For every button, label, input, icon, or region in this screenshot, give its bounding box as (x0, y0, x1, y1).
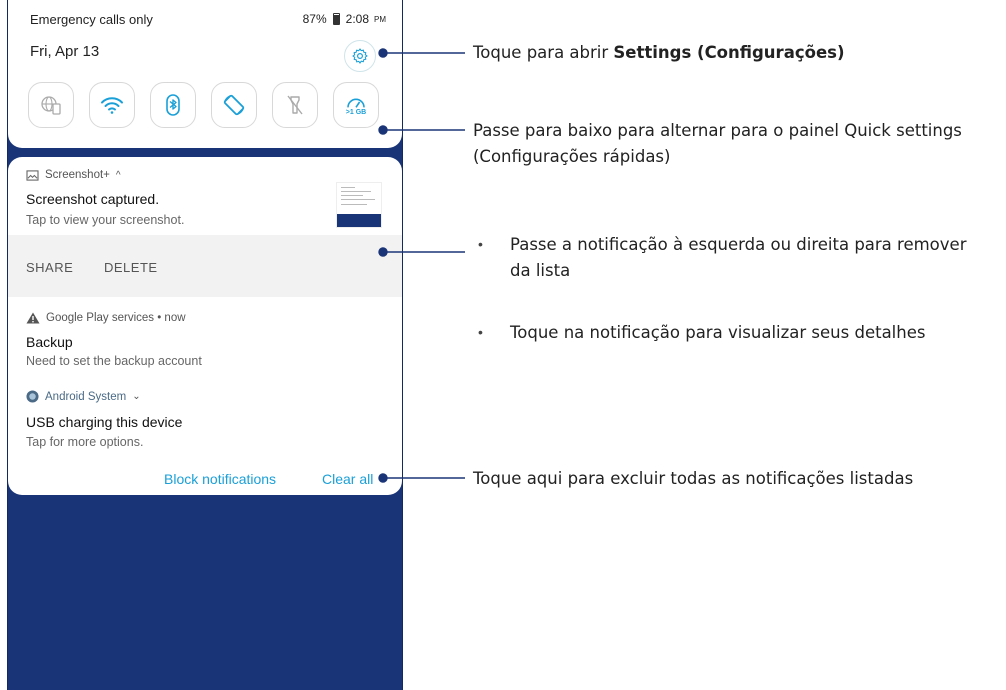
settings-button[interactable] (344, 40, 376, 72)
notification-title: Backup (26, 334, 73, 350)
callout-settings-bold: Settings (Configurações) (613, 43, 845, 62)
notification-header: Screenshot+ ^ (26, 169, 121, 181)
data-usage-icon (347, 98, 365, 108)
phone-screen: Emergency calls only 87% 2:08 PM Fri, Ap… (7, 0, 403, 690)
network-status: Emergency calls only (30, 12, 153, 27)
bullet-1: • (478, 236, 483, 252)
clock: 2:08 (345, 12, 369, 26)
image-icon (26, 169, 39, 181)
status-indicators: 87% 2:08 PM (303, 12, 386, 26)
callout-settings: Toque para abrir Settings (Configurações… (473, 40, 845, 66)
chevron-up-icon[interactable]: ^ (116, 170, 121, 181)
notification-usb[interactable]: Android System ⌄ USB charging this devic… (8, 377, 402, 457)
tile-data-usage[interactable]: >1 GB (333, 82, 379, 128)
bullet-2: • (478, 324, 483, 340)
callout-clear-all: Toque aqui para excluir todas as notific… (473, 469, 914, 488)
tile-network[interactable] (28, 82, 74, 128)
battery-icon (332, 13, 340, 25)
notification-text: Need to set the backup account (26, 354, 202, 368)
callout-swipe-side: Passe a notificação à esquerda ou direit… (510, 235, 967, 280)
quick-settings-panel[interactable]: Emergency calls only 87% 2:08 PM Fri, Ap… (8, 0, 402, 148)
callout-tap-notification: Toque na notificação para visualizar seu… (510, 323, 926, 342)
quick-tiles-row: >1 GB (28, 82, 379, 128)
flashlight-off-icon (287, 95, 303, 115)
notification-header: Google Play services • now (26, 312, 186, 324)
chevron-down-icon[interactable]: ⌄ (132, 391, 140, 402)
app-name: Android System (45, 390, 127, 403)
bluetooth-icon (166, 94, 180, 116)
gear-icon (352, 48, 368, 64)
screenshot-thumbnail[interactable] (336, 182, 382, 228)
notification-title: USB charging this device (26, 414, 183, 430)
notification-text: Tap to view your screenshot. (26, 213, 185, 227)
delete-button[interactable]: DELETE (104, 260, 158, 275)
block-notifications-button[interactable]: Block notifications (164, 471, 276, 487)
globe-phone-icon (41, 96, 61, 115)
clock-ampm: PM (374, 14, 386, 24)
notification-text: Tap for more options. (26, 435, 144, 449)
warning-icon (26, 312, 40, 324)
battery-percent: 87% (302, 12, 327, 26)
notification-header: Android System ⌄ (26, 390, 141, 403)
android-system-icon (26, 390, 39, 403)
tile-bluetooth[interactable] (150, 82, 196, 128)
notification-title: Screenshot captured. (26, 191, 160, 207)
notification-panel: Screenshot+ ^ Screenshot captured. Tap t… (8, 157, 402, 495)
callout-settings-prefix: Toque para abrir (473, 43, 614, 62)
data-usage-label: >1 GB (345, 109, 367, 116)
notification-backup[interactable]: Google Play services • now Backup Need t… (8, 297, 402, 377)
app-name: Screenshot+ (45, 169, 110, 181)
notification-screenshot[interactable]: Screenshot+ ^ Screenshot captured. Tap t… (8, 157, 402, 297)
tile-wifi[interactable] (89, 82, 135, 128)
clear-all-button[interactable]: Clear all (322, 471, 373, 487)
tile-flashlight[interactable] (272, 82, 318, 128)
callout-swipe-down: Passe para baixo para alternar para o pa… (473, 121, 962, 166)
app-name: Google Play services • now (46, 312, 186, 324)
wifi-icon (101, 97, 123, 114)
notification-actions: SHARE DELETE (8, 235, 402, 297)
tile-auto-rotate[interactable] (211, 82, 257, 128)
date-label: Fri, Apr 13 (30, 43, 100, 60)
share-button[interactable]: SHARE (26, 260, 73, 275)
auto-rotate-icon (223, 94, 245, 116)
